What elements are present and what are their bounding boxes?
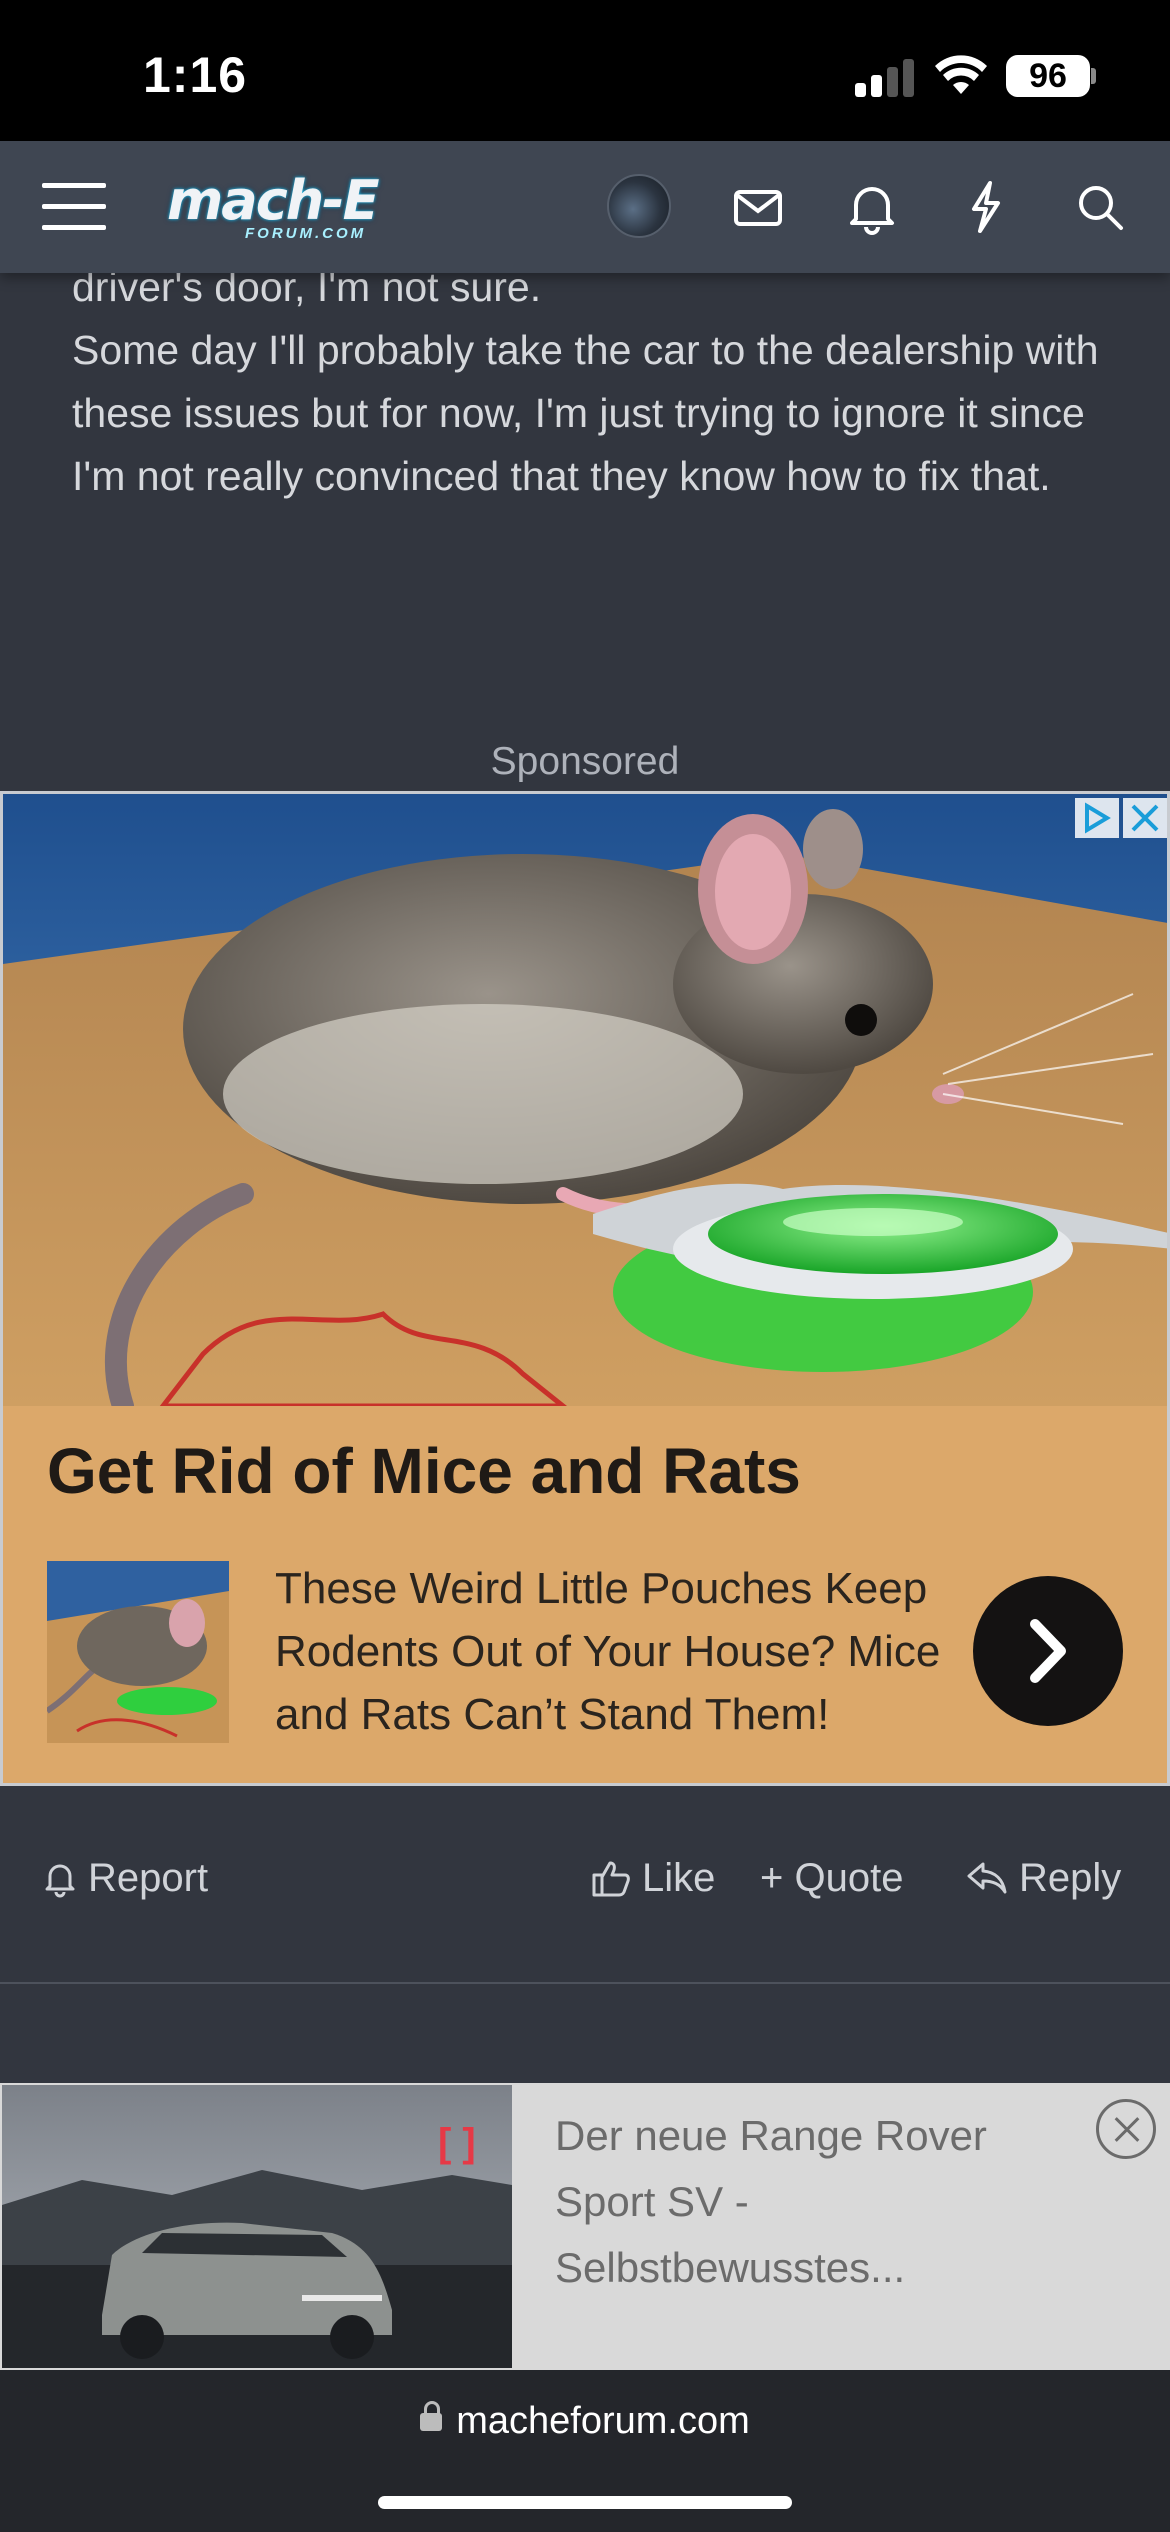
- sponsored-ad-card[interactable]: Get Rid of Mice and Rats These Weird Lit…: [0, 791, 1170, 1786]
- banner-ad-badge-icon: [ ]: [438, 2121, 476, 2165]
- browser-url-bar[interactable]: macheforum.com: [0, 2370, 1170, 2532]
- sponsored-label: Sponsored: [490, 740, 680, 783]
- home-indicator[interactable]: [378, 2496, 792, 2509]
- lightning-icon[interactable]: [956, 177, 1016, 237]
- ad-mouse-image[interactable]: [3, 794, 1170, 1406]
- quote-label: + Quote: [760, 1855, 904, 1900]
- ad-next-button[interactable]: [973, 1576, 1123, 1726]
- post-actions: Report Like + Quote Reply: [0, 1830, 1170, 1930]
- envelope-icon[interactable]: [728, 177, 788, 237]
- thumbs-up-icon: [592, 1861, 630, 1897]
- lock-icon: [420, 2401, 443, 2431]
- avatar[interactable]: [607, 174, 671, 238]
- reply-label: Reply: [1019, 1855, 1122, 1900]
- search-icon[interactable]: [1070, 177, 1130, 237]
- bell-icon: [45, 1864, 75, 1898]
- ad-description[interactable]: These Weird Little Pouches Keep Rodents …: [275, 1557, 975, 1746]
- post-divider: [0, 1982, 1170, 1984]
- site-logo[interactable]: mach-E FORUM.COM: [155, 167, 440, 243]
- post-line-2: Some day I'll probably take the car to t…: [72, 327, 1099, 499]
- reply-button[interactable]: Reply: [965, 1848, 1121, 1908]
- battery-level: 96: [1006, 55, 1090, 97]
- ad-choices-icon[interactable]: [1075, 798, 1119, 838]
- quote-button[interactable]: + Quote: [760, 1848, 903, 1908]
- banner-close-icon[interactable]: [1096, 2099, 1156, 2159]
- logo-text: mach-E: [167, 169, 379, 232]
- forum-navbar: mach-E FORUM.COM: [0, 141, 1170, 273]
- like-label: Like: [642, 1855, 716, 1900]
- url-text: macheforum.com: [456, 2400, 750, 2442]
- cellular-signal-icon: [855, 57, 915, 97]
- wifi-icon: [935, 55, 987, 94]
- banner-car-image[interactable]: [2, 2085, 512, 2368]
- hamburger-icon[interactable]: [42, 181, 106, 233]
- ad-title[interactable]: Get Rid of Mice and Rats: [47, 1434, 801, 1508]
- banner-text[interactable]: Der neue Range Rover Sport SV - Selbstbe…: [555, 2103, 1055, 2301]
- logo-subtext: FORUM.COM: [245, 225, 367, 242]
- bell-icon[interactable]: [842, 177, 902, 237]
- like-button[interactable]: Like: [590, 1848, 715, 1908]
- post-body: driver's door, I'm not sure. Some day I'…: [72, 256, 1102, 508]
- status-time: 1:16: [143, 47, 248, 103]
- url-display[interactable]: macheforum.com: [0, 2400, 1170, 2443]
- bottom-banner-ad[interactable]: [ ] Der neue Range Rover Sport SV - Selb…: [0, 2083, 1170, 2370]
- reply-icon: [967, 1862, 1007, 1894]
- status-bar: 1:16 96: [0, 0, 1170, 141]
- battery-tip: [1091, 68, 1096, 84]
- ad-close-icon[interactable]: [1123, 798, 1167, 838]
- ad-thumbnail-image[interactable]: [47, 1561, 229, 1743]
- report-label: Report: [88, 1855, 209, 1900]
- report-button[interactable]: Report: [42, 1848, 208, 1908]
